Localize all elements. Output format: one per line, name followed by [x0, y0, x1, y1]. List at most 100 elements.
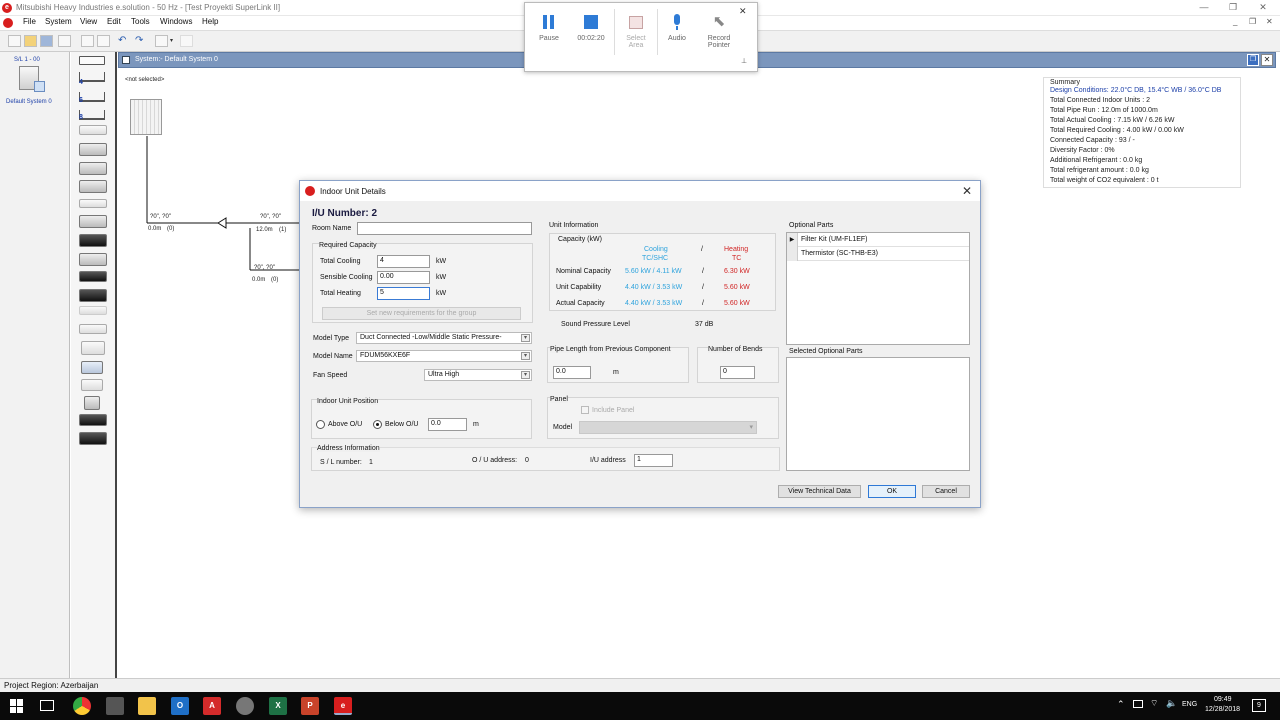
heat-exchanger-icon[interactable] [84, 396, 100, 410]
minimize-icon[interactable]: — [1193, 0, 1215, 14]
menu-edit[interactable]: Edit [107, 17, 121, 26]
chevron-down-icon[interactable]: ▾ [170, 37, 173, 44]
file-explorer-icon[interactable] [138, 697, 156, 715]
outlook-icon[interactable]: O [171, 697, 189, 715]
pause-button[interactable]: Pause [529, 13, 569, 42]
summary-design-conditions[interactable]: Design Conditions: 22.0°C DB, 15.4°C WB … [1050, 86, 1234, 96]
pointer-icon: ⬉ [712, 13, 726, 30]
hydro-unit-icon[interactable] [79, 432, 107, 445]
list-item[interactable]: ▶ Filter Kit (UM-FL1EF) [787, 233, 969, 247]
ceiling-concealed-icon[interactable] [79, 215, 107, 228]
chevron-down-icon: ▾ [521, 334, 530, 342]
open-folder-icon[interactable] [24, 35, 37, 47]
room-name-label: Room Name [312, 225, 352, 232]
fan-speed-label: Fan Speed [313, 372, 348, 379]
copy-icon[interactable] [81, 35, 94, 47]
ceiling-suspended-icon[interactable] [79, 324, 107, 334]
notifications-icon[interactable]: 9 [1252, 699, 1266, 712]
bends-input[interactable]: 0 [720, 366, 755, 379]
cassette-2way-icon[interactable] [79, 180, 107, 193]
pin-icon[interactable]: ⊥ [741, 57, 747, 65]
room-name-input[interactable] [357, 222, 532, 235]
mdi-minimize-icon[interactable]: _ [1233, 17, 1237, 26]
mdi-restore-icon[interactable]: ❐ [1249, 17, 1256, 26]
restore-icon[interactable]: ❐ [1222, 0, 1244, 14]
view-technical-data-button[interactable]: View Technical Data [778, 485, 861, 498]
windows-start-icon[interactable] [10, 699, 24, 713]
new-file-icon[interactable] [8, 35, 21, 47]
mdi-close-icon[interactable]: ✕ [1266, 17, 1273, 26]
undo-icon[interactable]: ↶ [118, 35, 126, 46]
clock-date[interactable]: 12/28/2018 [1205, 706, 1240, 713]
menu-help[interactable]: Help [202, 17, 218, 26]
tree-label[interactable]: S/L 1 - 00 [14, 57, 40, 63]
cancel-button[interactable]: Cancel [922, 485, 970, 498]
audio-button[interactable]: Audio [657, 13, 697, 42]
menu-view[interactable]: View [80, 17, 97, 26]
summary-line: Total weight of CO2 equivalent : 0 t [1050, 177, 1159, 184]
paste-icon[interactable] [97, 35, 110, 47]
excel-icon[interactable]: X [269, 697, 287, 715]
address-group: Address Information S / L number: 1 O / … [311, 445, 780, 471]
dialog-close-icon[interactable]: ✕ [962, 184, 972, 198]
cassette-4way-icon[interactable] [79, 143, 107, 156]
redo-icon[interactable]: ↷ [135, 35, 143, 46]
save-icon[interactable] [40, 35, 53, 47]
sensible-cooling-input[interactable]: 0.00 [377, 271, 430, 284]
console-unit-icon[interactable] [81, 379, 103, 391]
above-ou-radio[interactable] [316, 420, 325, 429]
list-item[interactable]: Thermistor (SC-THB-E3) [787, 247, 969, 261]
system-restore-icon[interactable]: ❐ [1247, 54, 1259, 66]
clock-time[interactable]: 09:49 [1214, 696, 1232, 703]
esolution-icon[interactable]: e [334, 697, 352, 715]
cassette-1way-icon[interactable] [79, 199, 107, 208]
menu-system[interactable]: System [45, 17, 72, 26]
model-type-select[interactable]: Duct Connected -Low/Middle Static Pressu… [356, 332, 532, 344]
system-close-icon[interactable]: ✕ [1261, 54, 1273, 66]
selected-parts-list[interactable] [786, 357, 970, 471]
iu-address-input[interactable]: 1 [634, 454, 673, 467]
menu-windows[interactable]: Windows [160, 17, 192, 26]
duct-middle-static-icon[interactable] [79, 271, 107, 282]
battery-icon[interactable] [1133, 700, 1143, 708]
floor-standing-icon[interactable] [81, 341, 105, 355]
acrobat-icon[interactable]: A [203, 697, 221, 715]
record-pointer-button[interactable]: ⬉ Record Pointer [699, 13, 739, 49]
height-input[interactable]: 0.0 [428, 418, 467, 431]
page-icon[interactable] [155, 35, 168, 47]
below-ou-radio[interactable] [373, 420, 382, 429]
duct-low-static-icon[interactable] [79, 253, 107, 266]
branch-pipe-icon[interactable] [79, 56, 105, 65]
calculator-icon[interactable] [106, 697, 124, 715]
recorder-close-icon[interactable]: ✕ [739, 6, 747, 17]
close-icon[interactable]: ✕ [1252, 0, 1274, 14]
pipe-count-3: (0) [271, 277, 279, 283]
total-cooling-input[interactable]: 4 [377, 255, 430, 268]
pipe-length-input[interactable]: 0.0 [553, 366, 591, 379]
fan-speed-select[interactable]: Ultra High ▾ [424, 369, 532, 381]
task-view-icon[interactable] [40, 700, 54, 711]
print-icon[interactable] [58, 35, 71, 47]
network-icon[interactable]: ⌔ [1150, 698, 1158, 709]
chrome-icon[interactable] [73, 697, 91, 715]
summary-line: Total refrigerant amount : 0.0 kg [1050, 167, 1149, 174]
language-indicator[interactable]: ENG [1182, 701, 1197, 708]
app-globe-icon[interactable] [236, 697, 254, 715]
wall-unit-icon[interactable] [79, 125, 107, 135]
forward-icon[interactable] [180, 35, 193, 47]
menu-tools[interactable]: Tools [131, 17, 150, 26]
duct-high-static-icon[interactable] [79, 289, 107, 302]
floor-concealed-icon[interactable] [81, 361, 103, 374]
volume-icon[interactable]: 🔈 [1166, 698, 1177, 709]
model-name-select[interactable]: FDUM56KXE6F ▾ [356, 350, 532, 362]
chevron-up-icon[interactable]: ⌃ [1117, 699, 1125, 710]
total-heating-input[interactable]: 5 [377, 287, 430, 300]
cassette-compact-icon[interactable] [79, 162, 107, 175]
app-menu-icon[interactable] [3, 18, 13, 28]
tree-system-label[interactable]: Default System 0 [6, 99, 52, 105]
menu-file[interactable]: File [23, 17, 36, 26]
outdoor-air-unit-icon[interactable] [79, 414, 107, 426]
powerpoint-icon[interactable]: P [301, 697, 319, 715]
ok-button[interactable]: OK [868, 485, 916, 498]
duct-slim-icon[interactable] [79, 234, 107, 247]
